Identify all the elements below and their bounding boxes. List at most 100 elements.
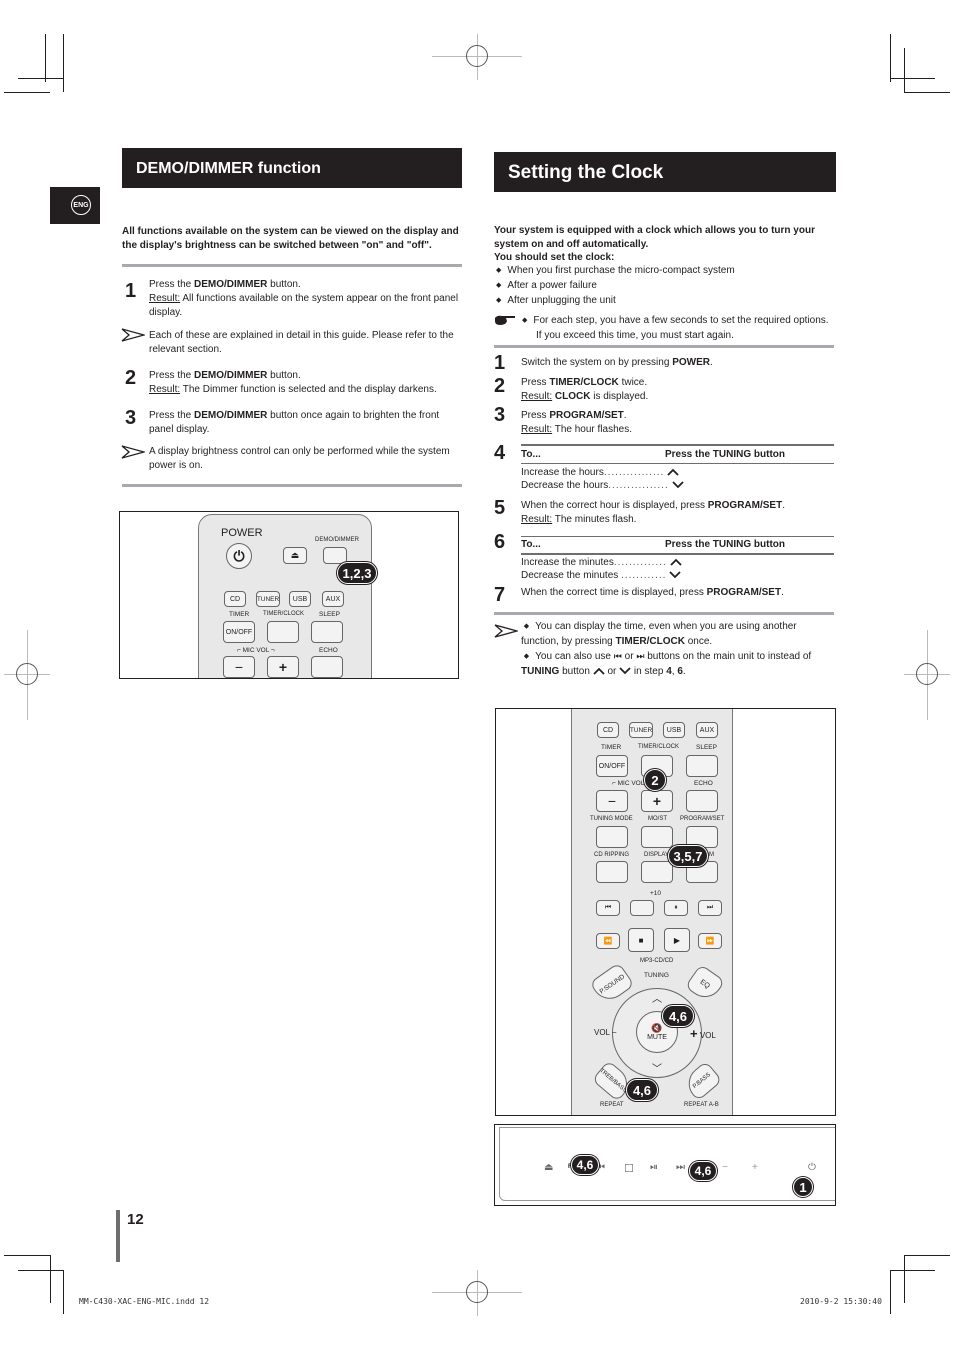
pbass-button[interactable]: P.BASS [681,1060,723,1102]
power-label: POWER [221,527,263,539]
on-off-button[interactable]: ON/OFF [596,755,628,777]
stop-button[interactable]: ■ [628,928,654,952]
aux-button[interactable]: AUX [322,591,344,607]
eject-button[interactable]: ⏏ [283,547,307,564]
pause-button[interactable]: ⏸ [664,900,688,916]
cd-ripping-label: CD RIPPING [594,852,630,858]
remote-control: POWER ⏻ ⏏ DEMO/DIMMER CD TUNER USB AUX T… [198,514,372,678]
mp3-cd-label: MP3-CD/CD [640,958,674,964]
tuning-up-button[interactable]: ︿ [637,990,677,1005]
skip-forward-icon[interactable]: ⏭ [676,1162,685,1173]
clock-intro: Your system is equipped with a clock whi… [494,224,839,265]
mute-icon: 🔇 [651,1023,663,1033]
step-number: 3 [494,404,506,426]
callout-3-5-7: 3,5,7 [668,845,708,867]
volume-down-icon[interactable]: − [722,1162,728,1173]
callout-2: 2 [644,769,666,791]
mic-vol-up-button[interactable]: + [267,656,299,678]
sleep-button[interactable] [686,755,718,777]
crop-mark [904,1255,905,1303]
repeat-label: REPEAT [600,1102,624,1108]
mic-vol-down-button[interactable]: − [596,790,628,812]
table-rule [521,536,834,537]
play-button[interactable]: ▶ [664,928,690,952]
program-set-label: PROGRAM/SET [680,816,725,822]
vol-plus[interactable]: + VOL [690,1026,716,1041]
remote-figure-demo: POWER ⏻ ⏏ DEMO/DIMMER CD TUNER USB AUX T… [119,511,459,679]
eject-icon[interactable]: ⏏ [544,1162,553,1173]
on-off-button[interactable]: ON/OFF [223,621,255,643]
step-number: 4 [494,442,506,464]
tuner-button[interactable]: TUNER [256,591,280,607]
tuning-mode-button[interactable] [596,826,628,848]
caution-text: For each step, you have a few seconds to… [522,314,836,343]
aux-button[interactable]: AUX [696,722,718,738]
mic-vol-down-button[interactable]: − [223,656,255,678]
crop-mark [63,1270,64,1314]
cd-button[interactable]: CD [597,722,619,738]
crop-mark [904,48,905,92]
crop-mark [50,1255,51,1303]
next-track-button[interactable]: ⏭ [698,900,722,916]
power-button[interactable]: ⏻ [226,543,252,569]
table-rule [521,553,834,555]
callout-4-6: 4,6 [571,1155,599,1175]
table-rule [521,463,834,464]
volume-up-icon[interactable]: + [752,1162,758,1173]
table-header-tuning: Press the TUNING button [665,449,786,460]
sleep-button[interactable] [311,621,343,643]
echo-button[interactable] [686,790,718,812]
crop-mark [18,78,63,79]
clock-step-3-text: Press PROGRAM/SET. Result: The hour flas… [521,410,632,435]
echo-label: ECHO [319,647,338,654]
demo-dimmer-button[interactable] [323,547,347,564]
divider [494,345,834,348]
display-button[interactable] [641,861,673,883]
skip-back-icon: ⏮ [613,651,622,661]
fast-forward-button[interactable]: ⏩ [698,933,722,949]
step-number: 1 [125,280,137,302]
tuning-down-button[interactable]: ﹀ [637,1060,677,1075]
stop-icon[interactable]: ☐ [624,1162,634,1175]
eq-button[interactable]: EQ [684,963,726,1005]
pointing-hand-icon [495,315,515,325]
mo-st-label: MO/ST [648,816,667,822]
crop-mark [904,92,950,93]
usb-button[interactable]: USB [289,591,311,607]
timer-label: TIMER [601,744,622,751]
prev-track-button[interactable]: ⏮ [596,900,620,916]
footer-file: MM-C430-XAC-ENG-MIC.indd 12 [79,1297,210,1306]
cd-button[interactable]: CD [224,591,246,607]
echo-button[interactable] [311,656,343,678]
clock-step-5-text: When the correct hour is displayed, pres… [521,500,785,525]
usb-button[interactable]: USB [663,722,685,738]
table-row: Increase the minutes.............. [521,556,682,569]
chevron-up-icon [593,668,605,675]
step-3-text: Press the DEMO/DIMMER button once again … [149,410,440,435]
chevron-down-icon [671,481,684,489]
crop-mark [890,34,891,82]
callout-4-6: 4,6 [689,1161,717,1181]
play-pause-icon[interactable]: ⏯ [650,1162,658,1173]
crop-mark [45,34,46,82]
timer-clock-button[interactable] [267,621,299,643]
page-number-bar [116,1210,120,1262]
power-icon[interactable]: ⏻ [808,1162,816,1173]
step-number: 7 [494,584,506,606]
rewind-button[interactable]: ⏪ [596,933,620,949]
plus10-button[interactable] [630,900,654,916]
cd-ripping-button[interactable] [596,861,628,883]
step-number: 3 [125,407,137,429]
note-text: Each of these are explained in detail in… [149,330,454,355]
crop-mark [4,92,50,93]
clock-step-1-text: Switch the system on by pressing POWER. [521,357,713,368]
table-header-to: To... [521,449,541,460]
mic-vol-up-button[interactable]: + [641,790,673,812]
vol-minus[interactable]: VOL − [594,1028,617,1037]
divider [122,484,462,487]
section-header-demo-dimmer: DEMO/DIMMER function [122,148,462,188]
tuning-mode-label: TUNING MODE [590,816,633,822]
timer-label: TIMER [229,611,250,618]
mo-st-button[interactable] [641,826,673,848]
tuner-button[interactable]: TUNER [629,722,653,738]
